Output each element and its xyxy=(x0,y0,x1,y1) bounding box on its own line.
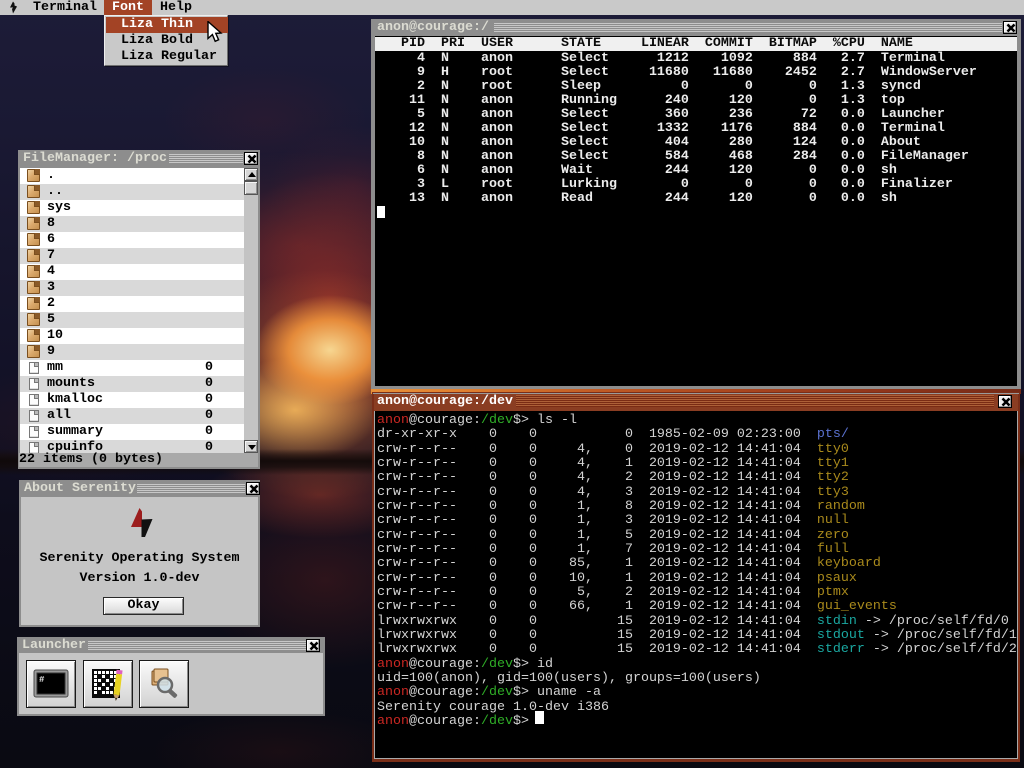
svg-text:#: # xyxy=(39,675,45,685)
